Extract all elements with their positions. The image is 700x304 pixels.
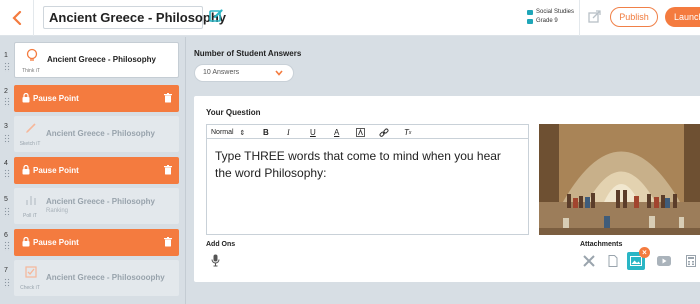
drag-handle[interactable] [4, 278, 10, 288]
slide-number: 7 [4, 267, 8, 274]
chevron-down-icon [275, 70, 283, 76]
sketch-it-icon [20, 121, 42, 140]
drag-handle[interactable] [4, 207, 10, 217]
slide-card-7[interactable]: Check iT Ancient Greece - Philosooophy [14, 260, 179, 296]
add-ons-label: Add Ons [206, 241, 236, 248]
slide-number: 3 [4, 123, 8, 130]
num-answers-label: Number of Student Answers [194, 49, 302, 58]
italic-button[interactable]: I [287, 125, 290, 140]
link-icon[interactable] [379, 125, 389, 140]
bold-button[interactable]: B [263, 125, 269, 140]
attachments-label: Attachments [580, 241, 623, 248]
clear-format-icon[interactable]: Tx [404, 125, 411, 140]
trash-icon[interactable] [164, 237, 172, 247]
tools-icon[interactable] [580, 252, 598, 270]
underline-button[interactable]: U [310, 125, 316, 140]
text-color-button[interactable]: A [334, 125, 339, 140]
lock-icon [22, 93, 30, 103]
pause-point-label: Pause Point [33, 238, 79, 247]
publish-button[interactable]: Publish [610, 7, 658, 27]
drag-handle[interactable] [4, 169, 10, 179]
slide-number: 1 [4, 52, 8, 59]
subject-icon [527, 10, 533, 15]
document-icon[interactable] [604, 252, 622, 270]
drag-handle[interactable] [4, 62, 10, 72]
top-bar: Ancient Greece - Philosophy Social Studi… [0, 0, 700, 36]
slide-type-label: Poll iT [23, 213, 37, 219]
pause-point-card-2[interactable]: Pause Point [14, 85, 179, 112]
slide-title: Ancient Greece - Philosophy [47, 55, 156, 64]
back-button[interactable] [0, 0, 34, 36]
format-select[interactable]: Normal ⇕ [211, 125, 245, 140]
pause-point-card-6[interactable]: Pause Point [14, 229, 179, 256]
video-icon[interactable] [655, 252, 673, 270]
slide-number: 4 [4, 160, 8, 167]
chevron-left-icon [11, 11, 21, 25]
highlight-icon[interactable] [356, 125, 365, 140]
slide-type-label: Check iT [20, 285, 40, 291]
question-image[interactable] [539, 124, 700, 235]
lock-icon [22, 165, 30, 175]
drag-handle[interactable] [4, 241, 10, 251]
lesson-meta: Social Studies Grade 9 [527, 8, 574, 26]
share-icon[interactable] [588, 10, 601, 23]
grade-label: Grade 9 [536, 18, 558, 24]
drag-handle[interactable] [4, 134, 10, 144]
microphone-icon[interactable] [211, 254, 220, 267]
trash-icon[interactable] [164, 93, 172, 103]
pause-point-label: Pause Point [33, 166, 79, 175]
remove-image-icon[interactable]: × [639, 247, 650, 258]
slide-type-label: Think iT [22, 68, 40, 74]
slide-number: 6 [4, 232, 8, 239]
drag-handle[interactable] [4, 97, 10, 107]
lesson-title-input[interactable]: Ancient Greece - Philosophy [43, 6, 226, 29]
school-of-athens-painting [539, 124, 700, 235]
slide-type-label: Sketch iT [19, 141, 41, 147]
slide-number: 5 [4, 196, 8, 203]
trash-icon[interactable] [164, 165, 172, 175]
launch-button[interactable]: Launch [665, 7, 700, 27]
slide-subtitle: Ranking [46, 208, 69, 214]
num-answers-value: 10 Answers [203, 69, 240, 76]
divider [579, 0, 580, 36]
poll-it-icon [20, 193, 42, 212]
question-card: Your Question Normal ⇕ B I U A Tx Type T… [194, 96, 700, 282]
question-editor[interactable]: Type THREE words that come to mind when … [206, 139, 529, 235]
slide-title: Ancient Greece - Philosooophy [46, 273, 165, 282]
slide-sidebar: 1 Think iT Ancient Greece - Philosophy 2… [0, 37, 186, 304]
pause-point-label: Pause Point [33, 94, 79, 103]
slide-title: Ancient Greece - Philosophy [46, 197, 155, 206]
subject-label: Social Studies [536, 9, 575, 15]
pause-point-card-4[interactable]: Pause Point [14, 157, 179, 184]
format-select-value: Normal [211, 129, 234, 136]
slide-card-3[interactable]: Sketch iT Ancient Greece - Philosophy [14, 116, 179, 152]
slide-card-1[interactable]: Think iT Ancient Greece - Philosophy [14, 42, 179, 78]
lock-icon [22, 237, 30, 247]
question-label: Your Question [206, 108, 261, 117]
slide-number: 2 [4, 88, 8, 95]
slide-card-5[interactable]: Poll iT Ancient Greece - Philosophy Rank… [14, 188, 179, 224]
edit-icon[interactable] [209, 9, 223, 23]
grade-icon [527, 19, 533, 24]
calculator-icon[interactable] [682, 252, 700, 270]
text-format-toolbar: Normal ⇕ B I U A Tx [206, 124, 529, 139]
think-it-icon [21, 48, 43, 67]
check-it-icon [20, 265, 42, 284]
num-answers-select[interactable]: 10 Answers [194, 64, 294, 82]
slide-title: Ancient Greece - Philosophy [46, 129, 155, 138]
